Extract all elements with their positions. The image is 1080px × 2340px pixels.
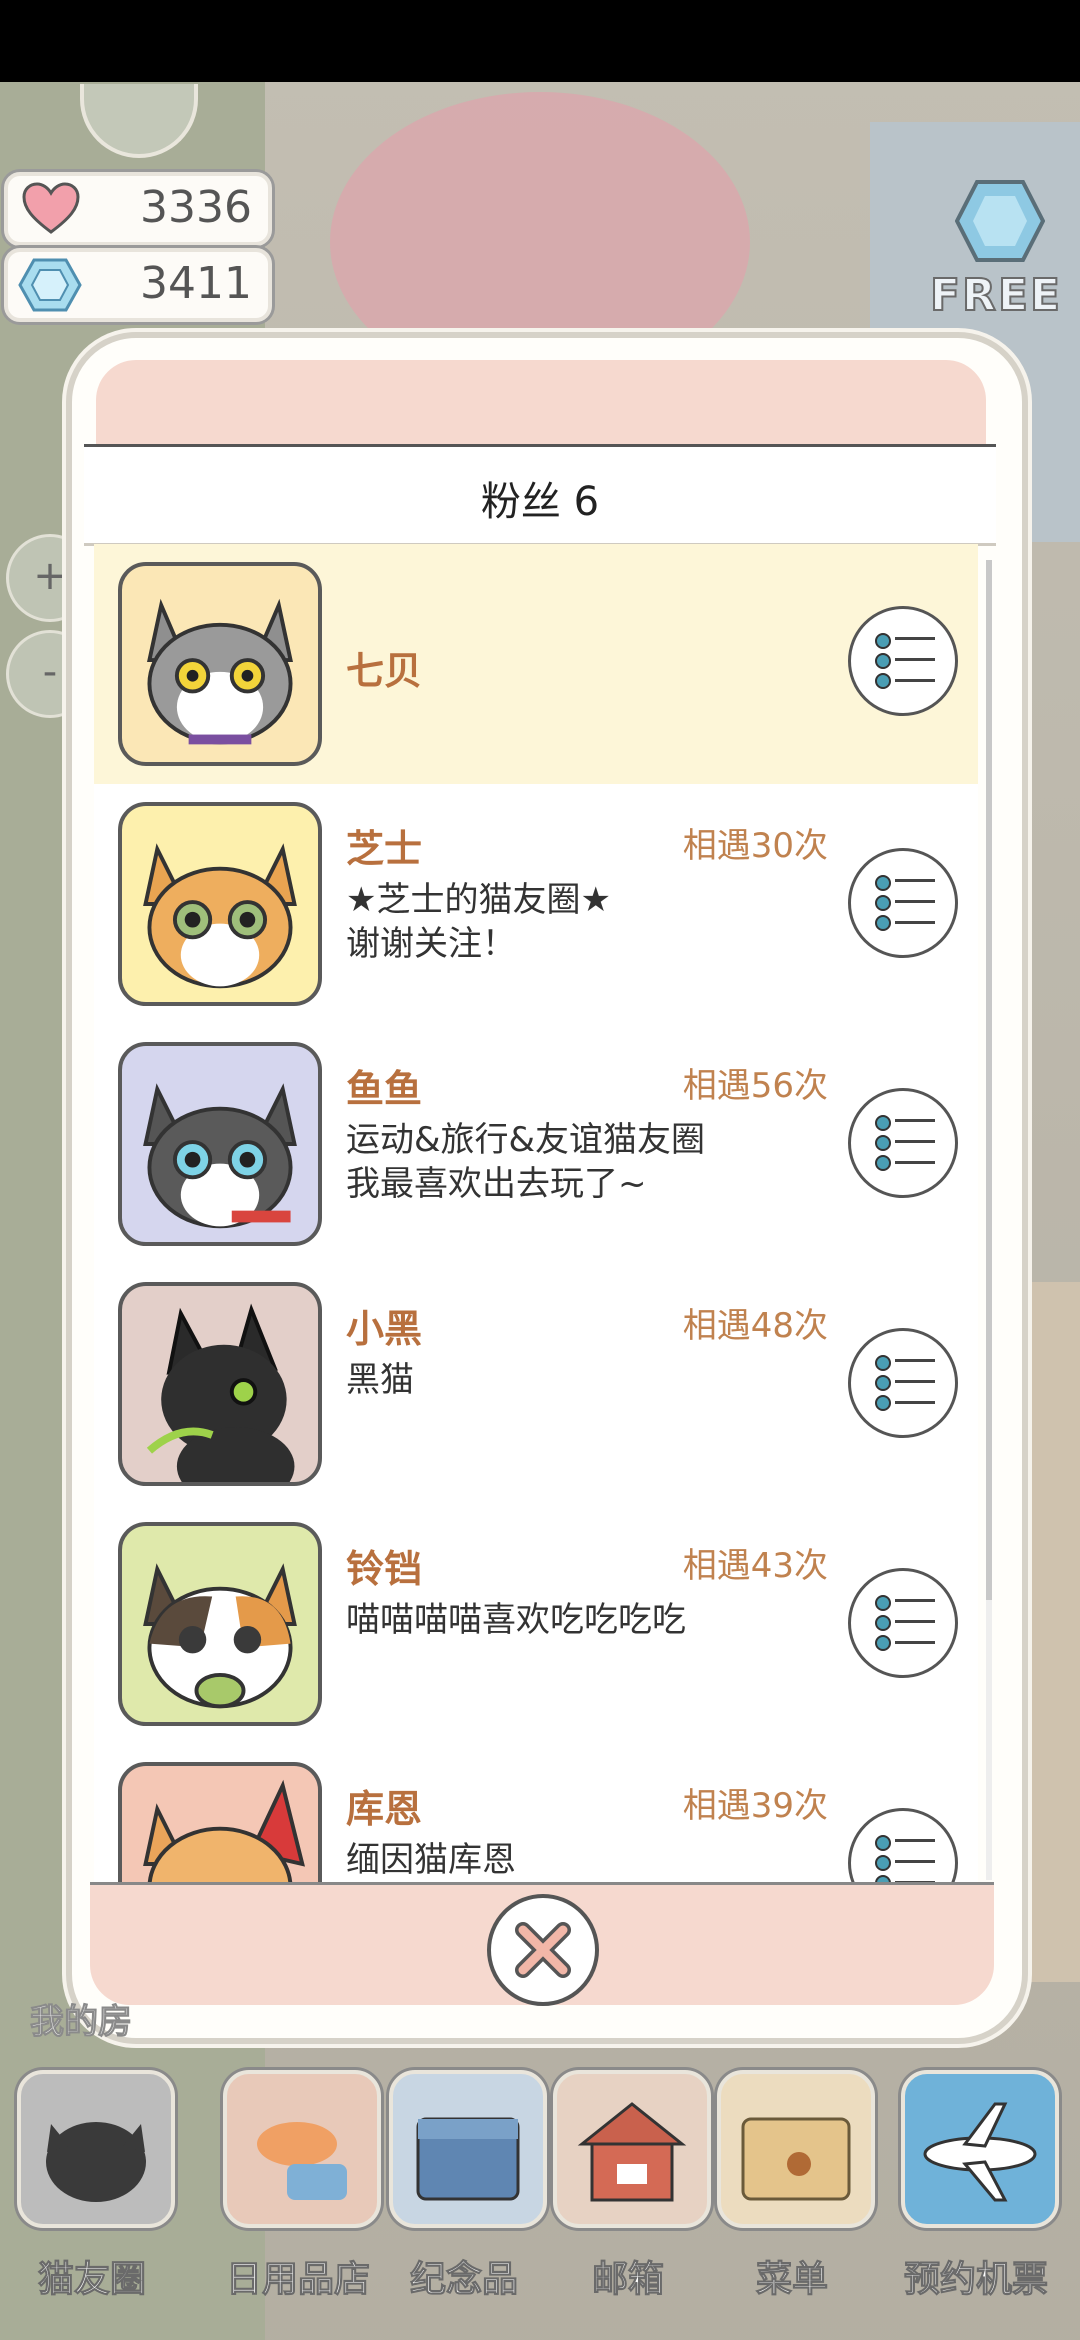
follower-description: 黑猫: [346, 1360, 414, 1400]
nav-mailbox[interactable]: 邮箱: [548, 2060, 711, 2340]
follower-description: 缅因猫库恩: [346, 1840, 516, 1880]
list-icon: [875, 633, 891, 649]
cat-camera-icon: [17, 2070, 175, 2228]
follower-description: ★芝士的猫友圈★ 谢谢关注！: [346, 880, 611, 964]
follower-menu-button[interactable]: [848, 1328, 958, 1438]
follower-name: 鱼鱼: [346, 1067, 423, 1111]
cat-avatar: [118, 802, 322, 1006]
follower-description: 喵喵喵喵喜欢吃吃吃吃: [346, 1600, 686, 1640]
follower-name: 芝士: [346, 827, 423, 871]
follower-menu-button[interactable]: [848, 848, 958, 958]
nav-book-flight[interactable]: 预约机票: [896, 2060, 1059, 2340]
meet-count: 相遇39次: [682, 1786, 828, 1826]
followers-list[interactable]: 七贝 芝士 相遇30次 ★芝士的猫友圈★ 谢谢关注！ 鱼鱼 相遇56次 运动&旅…: [94, 544, 978, 1882]
heart-icon: [22, 182, 80, 234]
cat-avatar: [118, 1042, 322, 1246]
follower-menu-button[interactable]: [848, 606, 958, 716]
mailbox-icon: [553, 2070, 711, 2228]
hearts-count: 3336: [140, 182, 252, 233]
dialog-title-bar: 粉丝 6: [84, 444, 996, 546]
meet-count: 相遇43次: [682, 1546, 828, 1586]
follower-row[interactable]: 芝士 相遇30次 ★芝士的猫友圈★ 谢谢关注！: [94, 784, 978, 1027]
list-icon: [875, 875, 891, 891]
follower-menu-button[interactable]: [848, 1808, 958, 1882]
fish-shop-icon: [223, 2070, 381, 2228]
scrollbar-thumb[interactable]: [986, 560, 992, 1600]
nav-label: 菜单: [755, 2259, 828, 2301]
gems-counter[interactable]: 3411: [4, 248, 272, 322]
nav-cat-circle[interactable]: 猫友圈: [12, 2060, 175, 2340]
nav-souvenirs[interactable]: 纪念品: [384, 2060, 547, 2340]
close-button[interactable]: [487, 1894, 599, 2006]
list-icon: [875, 1595, 891, 1611]
folder-icon: [717, 2070, 875, 2228]
meet-count: 相遇56次: [682, 1066, 828, 1106]
cat-avatar: [118, 1522, 322, 1726]
gem-hex-icon: [955, 180, 1045, 262]
follower-description: 运动&旅行&友谊猫友圈 我最喜欢出去玩了~: [346, 1120, 706, 1204]
dialog-header-band: [96, 360, 986, 452]
meet-count: 相遇30次: [682, 826, 828, 866]
follower-name: 小黑: [346, 1307, 423, 1351]
cat-avatar: [118, 1282, 322, 1486]
dialog-title: 粉丝 6: [480, 479, 600, 525]
airplane-icon: [901, 2070, 1059, 2228]
status-bar: [0, 0, 1080, 82]
list-icon: [875, 1835, 891, 1851]
follower-row[interactable]: 库恩 相遇39次 缅因猫库恩: [94, 1744, 978, 1882]
nav-label: 预约机票: [903, 2259, 1048, 2301]
nav-daily-shop[interactable]: 日用品店: [218, 2060, 381, 2340]
follower-row[interactable]: 小黑 相遇48次 黑猫: [94, 1264, 978, 1507]
nav-menu[interactable]: 菜单: [712, 2060, 875, 2340]
list-icon: [875, 1115, 891, 1131]
nav-label: 猫友圈: [37, 2259, 146, 2301]
cat-avatar: [118, 1762, 322, 1882]
bottom-nav: 猫友圈 日用品店 纪念品 邮箱 菜单 预约机票: [0, 2060, 1080, 2340]
follower-name: 七贝: [346, 649, 423, 693]
follower-name: 铃铛: [346, 1547, 423, 1591]
follower-name: 库恩: [346, 1787, 423, 1831]
my-room-label: 我的房: [30, 2002, 133, 2043]
close-icon: [515, 1922, 571, 1978]
list-icon: [875, 1355, 891, 1371]
follower-row[interactable]: 七贝: [94, 544, 978, 787]
follower-row[interactable]: 鱼鱼 相遇56次 运动&旅行&友谊猫友圈 我最喜欢出去玩了~: [94, 1024, 978, 1267]
box-icon: [389, 2070, 547, 2228]
hearts-counter[interactable]: 3336: [4, 172, 272, 246]
follower-menu-button[interactable]: [848, 1088, 958, 1198]
gems-count: 3411: [140, 258, 252, 309]
diamond-icon: [18, 258, 82, 312]
free-label: FREE: [929, 269, 1063, 322]
meet-count: 相遇48次: [682, 1306, 828, 1346]
follower-row[interactable]: 铃铛 相遇43次 喵喵喵喵喜欢吃吃吃吃: [94, 1504, 978, 1747]
follower-menu-button[interactable]: [848, 1568, 958, 1678]
cat-avatar: [118, 562, 322, 766]
